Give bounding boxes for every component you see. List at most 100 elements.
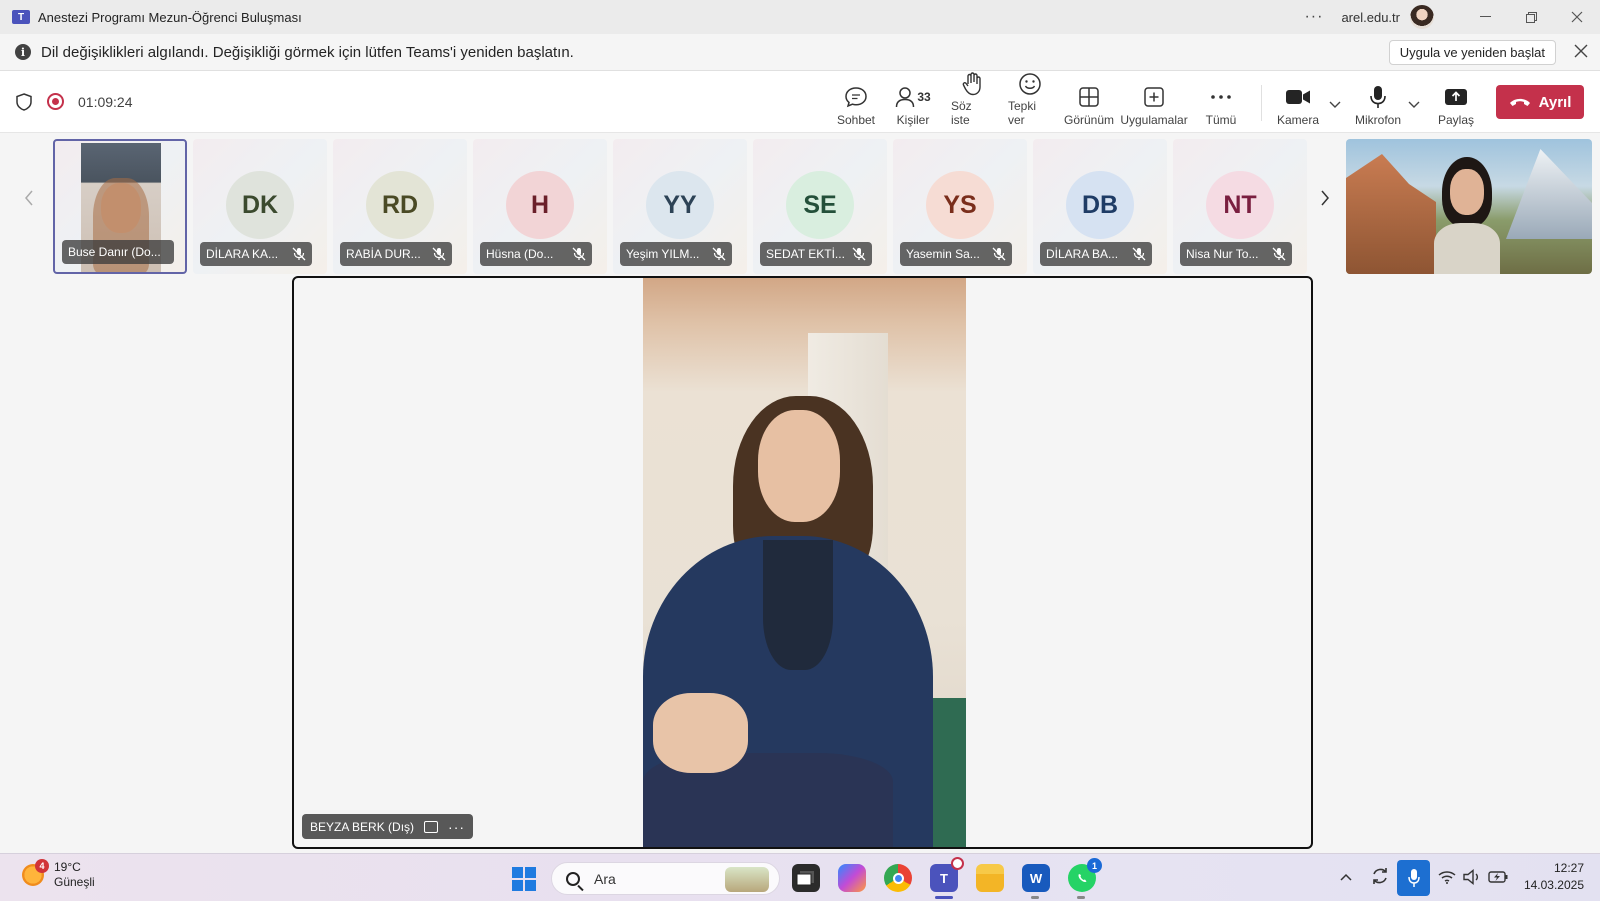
participant-tile[interactable]: YS Yasemin Sa...	[893, 139, 1027, 274]
main-video-stage[interactable]: BEYZA BERK (Dış) ···	[292, 276, 1313, 849]
participant-name-tag: Nisa Nur To...	[1180, 242, 1292, 266]
wifi-icon[interactable]	[1438, 870, 1456, 887]
profile-avatar[interactable]	[1410, 5, 1434, 29]
hang-up-icon	[1509, 98, 1530, 106]
participant-name: Buse Danır (Do...	[68, 245, 161, 259]
search-icon	[566, 871, 580, 886]
windows-taskbar: 4 19°C Güneşli Ara T W 1 12:27 14.03.202…	[0, 853, 1600, 901]
strip-prev-button[interactable]	[24, 189, 34, 212]
participant-name-tag: Buse Danır (Do...	[62, 240, 174, 264]
participant-tile[interactable]: RD RABİA DUR...	[333, 139, 467, 274]
window-title: Anestezi Programı Mezun-Öğrenci Buluşmas…	[38, 9, 302, 25]
search-highlight-image	[725, 867, 769, 892]
mic-muted-icon	[292, 247, 306, 261]
chrome-icon[interactable]	[884, 864, 912, 892]
pin-icon[interactable]	[424, 820, 439, 833]
weather-widget[interactable]: 4 19°C Güneşli	[22, 859, 95, 890]
mic-muted-icon	[1272, 247, 1286, 261]
grid-view-icon	[1079, 87, 1099, 107]
system-clock[interactable]: 12:27 14.03.2025	[1524, 860, 1584, 894]
weather-condition: Güneşli	[54, 875, 95, 889]
copilot-icon[interactable]	[838, 864, 866, 892]
speaker-more-icon[interactable]: ···	[448, 819, 465, 835]
minimize-button[interactable]	[1462, 0, 1508, 34]
word-icon[interactable]: W	[1022, 864, 1050, 892]
close-notice-button[interactable]	[1574, 42, 1588, 63]
teams-taskbar-icon[interactable]: T	[930, 857, 964, 892]
shield-icon[interactable]	[16, 93, 32, 111]
clock-time: 12:27	[1553, 861, 1584, 875]
camera-label: Kamera	[1276, 113, 1320, 127]
close-window-button[interactable]	[1554, 0, 1600, 34]
mic-label: Mikrofon	[1354, 113, 1401, 127]
share-button[interactable]: Paylaş	[1437, 79, 1475, 127]
people-button[interactable]: 33 Kişiler	[893, 79, 933, 127]
participant-tile[interactable]: SE SEDAT EKTİ...	[753, 139, 887, 274]
participant-tile[interactable]: DK DİLARA KA...	[193, 139, 327, 274]
mic-options-chevron-icon[interactable]	[1408, 98, 1420, 112]
temperature: 19°C	[54, 860, 81, 874]
start-button[interactable]	[512, 867, 536, 891]
react-button[interactable]: Tepki ver	[1008, 73, 1052, 127]
camera-button[interactable]: Kamera	[1276, 79, 1320, 127]
more-actions-button[interactable]: Tümü	[1202, 79, 1240, 127]
mic-button[interactable]: Mikrofon	[1353, 79, 1403, 127]
self-avatar	[1434, 157, 1500, 274]
leave-button[interactable]: Ayrıl	[1496, 85, 1584, 119]
restore-button[interactable]	[1508, 0, 1554, 34]
camera-options-chevron-icon[interactable]	[1329, 98, 1341, 112]
mic-muted-icon	[852, 247, 866, 261]
share-screen-icon	[1445, 89, 1467, 105]
self-video-preview[interactable]	[1346, 139, 1592, 274]
chat-label: Sohbet	[836, 113, 876, 127]
org-name[interactable]: arel.edu.tr	[1341, 10, 1400, 25]
chat-icon	[845, 87, 867, 108]
participant-name: DİLARA KA...	[206, 247, 279, 261]
microphone-icon	[1370, 86, 1386, 108]
participant-tile[interactable]: Buse Danır (Do...	[53, 139, 187, 274]
info-icon: i	[15, 44, 31, 60]
taskbar-search[interactable]: Ara	[551, 862, 780, 895]
view-button[interactable]: Görünüm	[1063, 79, 1115, 127]
whatsapp-icon[interactable]: 1	[1068, 858, 1102, 892]
apps-button[interactable]: Uygulamalar	[1120, 79, 1188, 127]
participant-name: DİLARA BA...	[1046, 247, 1119, 261]
more-options-icon[interactable]: ···	[1304, 8, 1323, 26]
show-hidden-icons-chevron-up-icon[interactable]	[1340, 868, 1352, 884]
apply-restart-button[interactable]: Uygula ve yeniden başlat	[1388, 40, 1556, 65]
more-label: Tümü	[1205, 113, 1237, 127]
participant-name: Nisa Nur To...	[1186, 247, 1259, 261]
file-explorer-icon[interactable]	[976, 864, 1004, 892]
leave-label: Ayrıl	[1538, 93, 1572, 111]
participant-tile[interactable]: NT Nisa Nur To...	[1173, 139, 1307, 274]
participant-name: SEDAT EKTİ...	[766, 247, 845, 261]
task-view-icon[interactable]	[792, 864, 820, 892]
participant-name-tag: DİLARA KA...	[200, 242, 312, 266]
participant-avatar: RD	[366, 171, 434, 239]
raise-hand-icon	[962, 72, 981, 96]
chat-button[interactable]: Sohbet	[836, 79, 876, 127]
participant-avatar: NT	[1206, 171, 1274, 239]
sync-icon[interactable]	[1370, 866, 1390, 889]
strip-next-button[interactable]	[1320, 189, 1330, 212]
speaker-name: BEYZA BERK (Dış)	[310, 819, 415, 834]
volume-icon[interactable]	[1463, 869, 1481, 888]
participant-tile[interactable]: DB DİLARA BA...	[1033, 139, 1167, 274]
participant-tile[interactable]: H Hüsna (Do...	[473, 139, 607, 274]
participant-avatar: H	[506, 171, 574, 239]
raise-hand-button[interactable]: Söz iste	[951, 72, 993, 127]
battery-charging-icon[interactable]	[1488, 870, 1508, 886]
mic-in-use-icon[interactable]	[1397, 860, 1430, 896]
restart-notice-bar: i Dil değişiklikleri algılandı. Değişikl…	[0, 34, 1600, 71]
mic-muted-icon	[712, 247, 726, 261]
camera-icon	[1286, 90, 1310, 104]
active-app-indicator	[935, 896, 953, 899]
view-label: Görünüm	[1063, 113, 1115, 127]
sun-icon: 4	[22, 859, 49, 886]
more-icon	[1211, 95, 1231, 99]
chevron-left-icon	[25, 190, 33, 206]
participant-tile[interactable]: YY Yeşim YILM...	[613, 139, 747, 274]
toolbar-divider	[1261, 85, 1262, 121]
participant-name-tag: Yasemin Sa...	[900, 242, 1012, 266]
search-placeholder: Ara	[594, 870, 616, 887]
